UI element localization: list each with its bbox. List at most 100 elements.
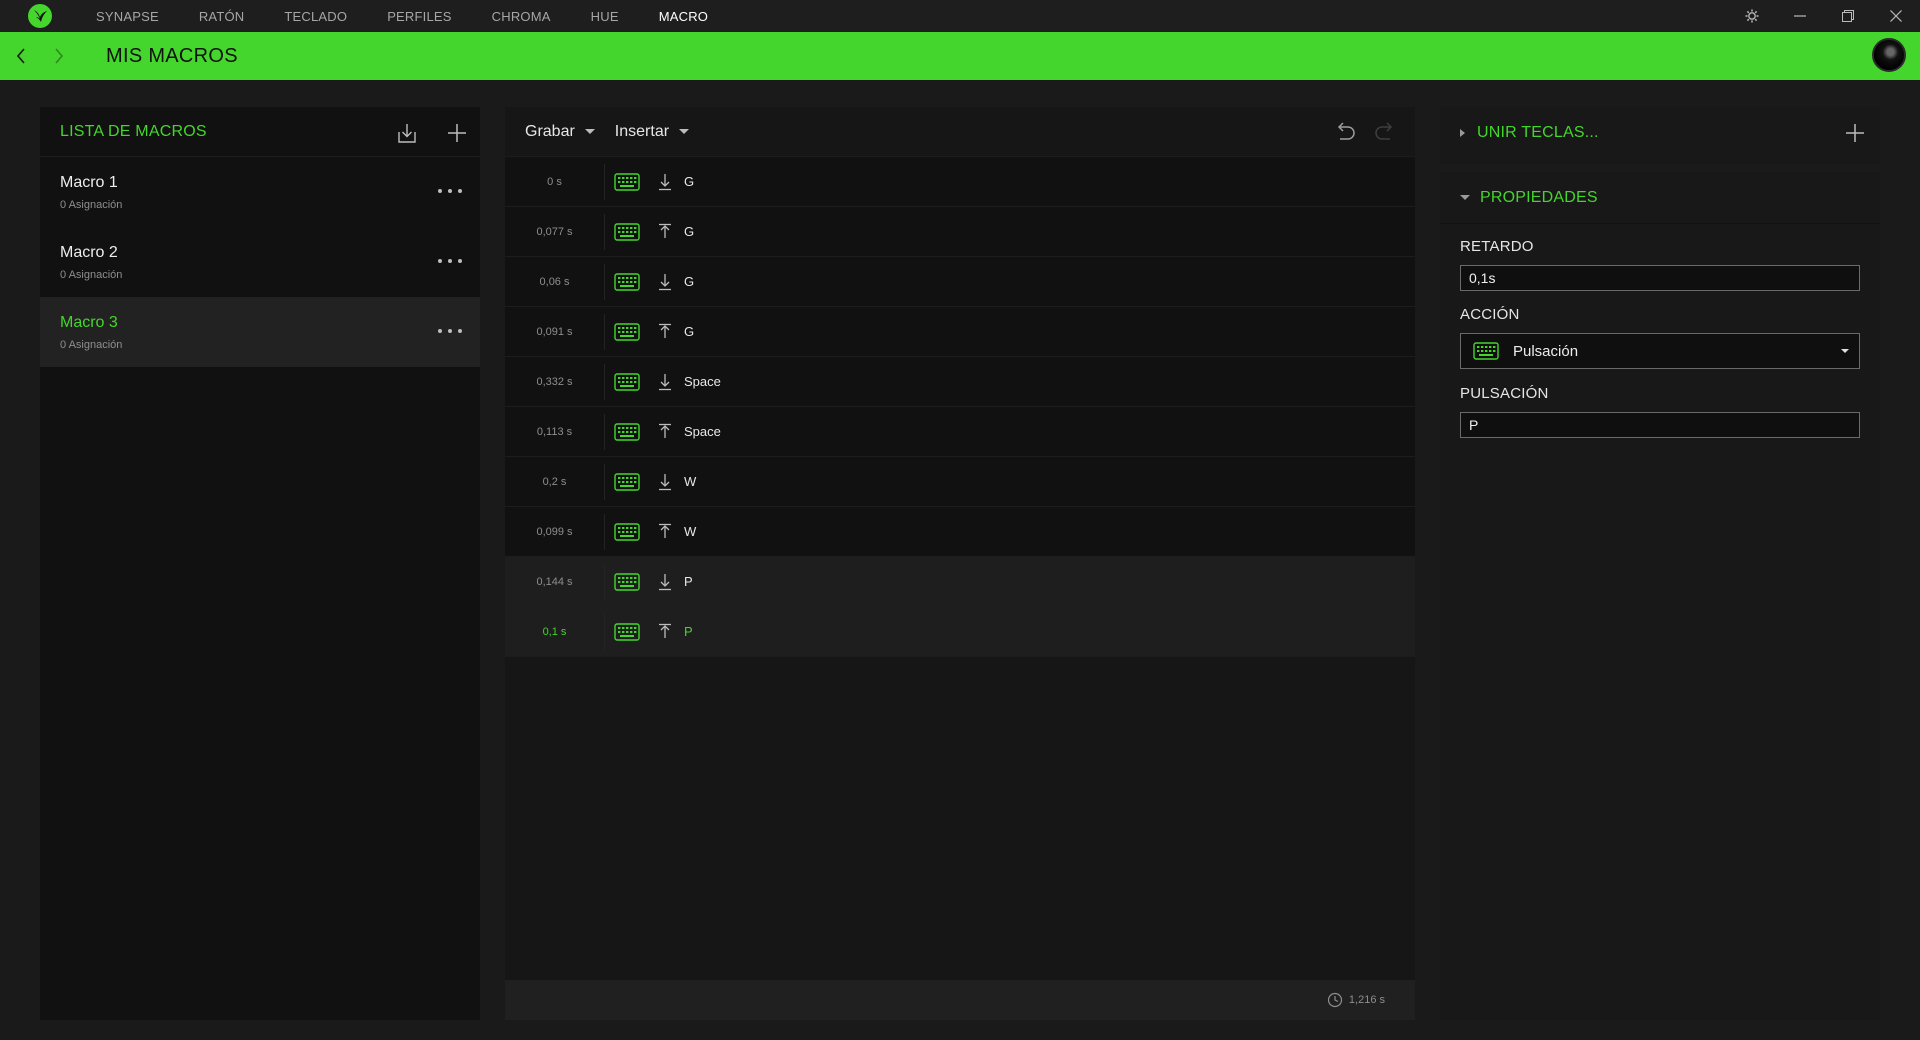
back-button[interactable] bbox=[2, 32, 40, 80]
event-delay[interactable]: 0,332 s bbox=[505, 363, 605, 400]
chevron-down-icon bbox=[679, 129, 690, 134]
add-macro-button[interactable] bbox=[444, 120, 470, 146]
macro-event-row[interactable]: 0,332 s Space bbox=[505, 357, 1415, 407]
keyboard-icon bbox=[613, 172, 641, 192]
event-key: G bbox=[684, 224, 695, 239]
tab-chroma[interactable]: CHROMA bbox=[492, 9, 551, 24]
event-delay[interactable]: 0,144 s bbox=[505, 563, 605, 600]
key-down-icon bbox=[657, 272, 673, 292]
tab-synapse[interactable]: SYNAPSE bbox=[96, 9, 159, 24]
macro-event-row[interactable]: 0,1 s P bbox=[505, 607, 1415, 657]
join-keys-title: UNIR TECLAS... bbox=[1477, 124, 1599, 141]
collapse-icon bbox=[1460, 195, 1470, 200]
redo-icon[interactable] bbox=[1365, 118, 1405, 146]
keyboard-icon bbox=[1473, 342, 1499, 360]
macro-event-row[interactable]: 0,091 s G bbox=[505, 307, 1415, 357]
key-down-icon bbox=[657, 472, 673, 492]
record-dropdown[interactable]: Grabar bbox=[525, 123, 595, 141]
total-duration-value: 1,216 s bbox=[1348, 994, 1385, 1006]
chevron-down-icon bbox=[584, 129, 595, 134]
add-join-keys-button[interactable] bbox=[1842, 120, 1868, 146]
keyboard-icon bbox=[613, 472, 641, 492]
macro-event-row[interactable]: 0,113 s Space bbox=[505, 407, 1415, 457]
event-key: W bbox=[684, 524, 697, 539]
join-keys-header[interactable]: UNIR TECLAS... bbox=[1440, 107, 1880, 159]
macro-event-row[interactable]: 0,099 s W bbox=[505, 507, 1415, 557]
macro-event-row[interactable]: 0 s G bbox=[505, 157, 1415, 207]
macro-event-row[interactable]: 0,077 s G bbox=[505, 207, 1415, 257]
macro-list-item[interactable]: Macro 3 0 Asignación bbox=[40, 297, 480, 367]
tab-teclado[interactable]: TECLADO bbox=[284, 9, 347, 24]
close-icon[interactable] bbox=[1872, 0, 1920, 32]
key-up-icon bbox=[657, 622, 673, 642]
undo-icon[interactable] bbox=[1325, 118, 1365, 146]
event-delay[interactable]: 0,077 s bbox=[505, 213, 605, 250]
macro-list-item[interactable]: Macro 2 0 Asignación bbox=[40, 227, 480, 297]
action-select[interactable]: Pulsación bbox=[1460, 333, 1860, 369]
macro-assignment: 0 Asignación bbox=[60, 339, 123, 351]
properties-panel: PROPIEDADES RETARDO ACCIÓN Pulsación PUL… bbox=[1440, 172, 1880, 1020]
macro-name: Macro 3 bbox=[60, 314, 118, 331]
clock-icon bbox=[1327, 992, 1343, 1008]
event-key: P bbox=[684, 574, 693, 589]
event-delay[interactable]: 0,2 s bbox=[505, 463, 605, 500]
macro-event-list: 0 s G 0,077 s G 0,06 s G 0,091 s G 0,332 s Space 0… bbox=[505, 157, 1415, 657]
event-delay[interactable]: 0,06 s bbox=[505, 263, 605, 300]
more-options-icon[interactable] bbox=[438, 323, 462, 339]
keyboard-icon bbox=[613, 572, 641, 592]
import-icon[interactable] bbox=[394, 120, 420, 146]
more-options-icon[interactable] bbox=[438, 253, 462, 269]
keyboard-icon bbox=[613, 222, 641, 242]
undo-redo-group bbox=[1325, 118, 1405, 146]
more-options-icon[interactable] bbox=[438, 183, 462, 199]
total-duration: 1,216 s bbox=[1327, 992, 1385, 1008]
page-header: MIS MACROS bbox=[0, 32, 1920, 80]
keyboard-icon bbox=[613, 622, 641, 642]
macro-name: Macro 1 bbox=[60, 174, 118, 191]
event-delay[interactable]: 0,091 s bbox=[505, 313, 605, 350]
key-up-icon bbox=[657, 522, 673, 542]
event-key: Space bbox=[684, 374, 721, 389]
macro-event-row[interactable]: 0,06 s G bbox=[505, 257, 1415, 307]
keyboard-icon bbox=[613, 272, 641, 292]
settings-icon[interactable] bbox=[1728, 0, 1776, 32]
join-keys-panel: UNIR TECLAS... bbox=[1440, 107, 1880, 164]
editor-footer: 1,216 s bbox=[505, 980, 1415, 1020]
properties-header[interactable]: PROPIEDADES bbox=[1440, 172, 1880, 224]
restore-icon[interactable] bbox=[1824, 0, 1872, 32]
event-delay[interactable]: 0,113 s bbox=[505, 413, 605, 450]
insert-label: Insertar bbox=[614, 122, 670, 140]
macro-name: Macro 2 bbox=[60, 244, 118, 261]
key-up-icon bbox=[657, 422, 673, 442]
tab-hue[interactable]: HUE bbox=[591, 9, 619, 24]
event-delay[interactable]: 0,1 s bbox=[505, 613, 605, 650]
forward-button[interactable] bbox=[40, 32, 78, 80]
event-delay[interactable]: 0,099 s bbox=[505, 513, 605, 550]
keystroke-input[interactable] bbox=[1460, 412, 1860, 438]
tab-perfiles[interactable]: PERFILES bbox=[387, 9, 451, 24]
properties-title: PROPIEDADES bbox=[1480, 188, 1598, 206]
macro-event-row[interactable]: 0,144 s P bbox=[505, 557, 1415, 607]
macro-editor-panel: Grabar Insertar 0 s G 0,077 s G 0,06 s G 0,091… bbox=[505, 107, 1415, 1020]
macro-event-row[interactable]: 0,2 s W bbox=[505, 457, 1415, 507]
event-delay[interactable]: 0 s bbox=[505, 163, 605, 200]
avatar[interactable] bbox=[1872, 38, 1906, 72]
minimize-icon[interactable] bbox=[1776, 0, 1824, 32]
key-up-icon bbox=[657, 322, 673, 342]
event-key: W bbox=[684, 474, 697, 489]
macro-assignment: 0 Asignación bbox=[60, 199, 123, 211]
macro-list-item[interactable]: Macro 1 0 Asignación bbox=[40, 157, 480, 227]
tab-macro[interactable]: MACRO bbox=[659, 9, 708, 24]
tab-raton[interactable]: RATÓN bbox=[199, 9, 245, 24]
razer-logo-icon[interactable] bbox=[26, 2, 54, 30]
event-key: G bbox=[684, 324, 695, 339]
event-key: G bbox=[684, 174, 695, 189]
insert-dropdown[interactable]: Insertar bbox=[614, 122, 690, 141]
keystroke-label: PULSACIÓN bbox=[1460, 385, 1549, 402]
key-down-icon bbox=[657, 372, 673, 392]
page-title: MIS MACROS bbox=[106, 44, 238, 67]
keyboard-icon bbox=[613, 522, 641, 542]
record-label: Grabar bbox=[525, 122, 575, 140]
delay-input[interactable] bbox=[1460, 265, 1860, 291]
event-key: Space bbox=[684, 424, 721, 439]
